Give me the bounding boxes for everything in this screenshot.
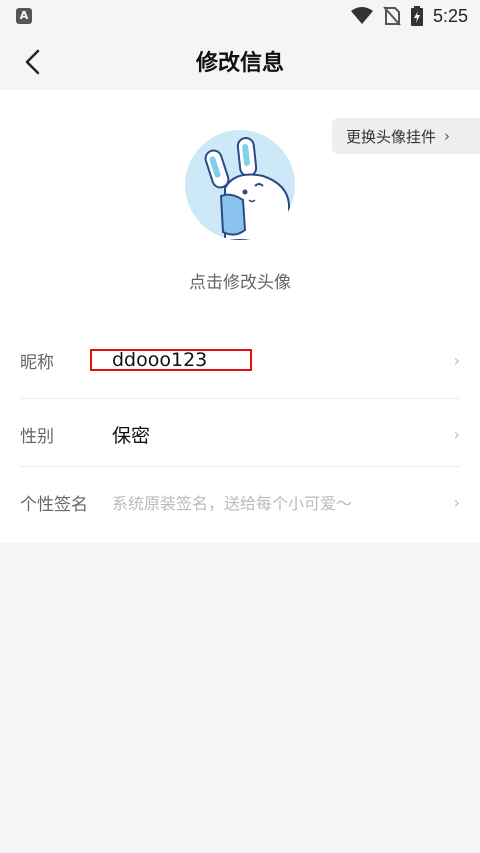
status-indicators: 5:25: [350, 4, 468, 28]
signature-row[interactable]: 个性签名 系统原装签名，送给每个小可爱～ ›: [20, 468, 460, 536]
avatar[interactable]: [185, 130, 295, 240]
status-bar: A 5:25: [0, 0, 480, 32]
change-avatar-pendant-button[interactable]: 更换头像挂件 ›: [332, 118, 480, 154]
nickname-value: ddooo123: [112, 349, 208, 371]
pendant-button-label: 更换头像挂件: [346, 127, 437, 146]
divider: [20, 398, 460, 399]
avatar-hint[interactable]: 点击修改头像: [0, 268, 480, 293]
chevron-right-icon: ›: [453, 424, 460, 444]
profile-card: 更换头像挂件 › 点击修改头像 昵称 ddooo123 › 性别 保密 › 个性…: [0, 90, 480, 543]
nickname-row[interactable]: 昵称 ddooo123 ›: [20, 326, 460, 394]
gender-row[interactable]: 性别 保密 ›: [20, 400, 460, 468]
signature-label: 个性签名: [20, 494, 88, 515]
wifi-icon: [350, 7, 373, 24]
bunny-avatar-icon: [185, 130, 295, 240]
chevron-right-icon: ›: [453, 350, 460, 370]
divider: [20, 466, 460, 467]
chevron-right-icon: ›: [444, 127, 451, 145]
nickname-label: 昵称: [20, 352, 54, 373]
page-title: 修改信息: [195, 51, 284, 76]
signature-value: 系统原装签名，送给每个小可爱～: [112, 494, 353, 513]
status-time: 5:25: [432, 5, 468, 26]
app-notification-icon: A: [16, 8, 32, 24]
battery-charging-icon: [410, 6, 423, 26]
gender-label: 性别: [20, 426, 54, 447]
gender-value: 保密: [112, 424, 151, 447]
chevron-right-icon: ›: [453, 492, 460, 512]
header: 修改信息: [0, 32, 480, 90]
no-sim-icon: [383, 6, 401, 26]
